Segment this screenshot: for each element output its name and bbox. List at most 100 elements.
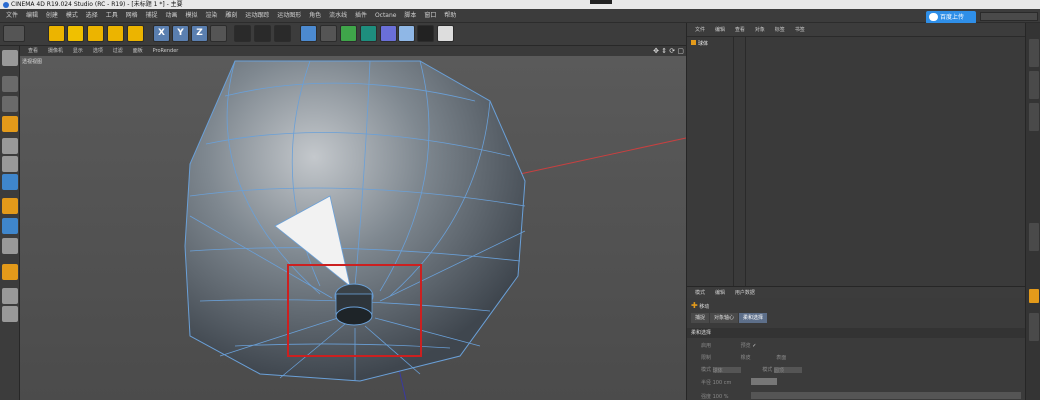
radius-field[interactable]: 100 cm <box>713 380 732 386</box>
scale-icon[interactable] <box>87 25 104 42</box>
model-mode-icon[interactable] <box>2 76 18 92</box>
tab-snap[interactable]: 捕捉 <box>691 313 710 323</box>
texture-mode-icon[interactable] <box>2 96 18 112</box>
layer-icon[interactable] <box>2 288 18 304</box>
object-row[interactable]: 球体 <box>691 40 708 47</box>
menu-item[interactable]: 雕刻 <box>225 9 237 23</box>
viewport-menu: 查看 摄像机 显示 选项 过滤 面板 ProRender ✥ ⇕ ⟳ ▢ <box>20 46 686 56</box>
mode-dropdown[interactable]: 圆顶 <box>773 366 802 374</box>
viewport-menu-item[interactable]: 过滤 <box>113 46 123 56</box>
undo-button[interactable] <box>3 25 25 42</box>
menu-item[interactable]: 渲染 <box>205 9 217 23</box>
viewport-menu-item[interactable]: 面板 <box>133 46 143 56</box>
viewport-menu-item[interactable]: 查看 <box>28 46 38 56</box>
menu-item[interactable]: 创建 <box>46 9 58 23</box>
camera-icon[interactable] <box>417 25 434 42</box>
menu-item[interactable]: 编辑 <box>26 9 38 23</box>
coordinate-system-icon[interactable] <box>210 25 227 42</box>
snap-icon[interactable] <box>2 238 18 254</box>
object-manager-menu-item[interactable]: 书签 <box>795 23 805 37</box>
menu-item[interactable]: 模拟 <box>185 9 197 23</box>
attribute-checkbox[interactable]: ✓ <box>752 343 756 349</box>
menu-item[interactable]: 运动图形 <box>277 9 301 23</box>
attribute-menu-item[interactable]: 编辑 <box>715 287 725 299</box>
attribute-row: 模式 球体 模式 圆顶 <box>701 366 802 374</box>
render-picture-viewer-icon[interactable] <box>254 25 271 42</box>
menu-item[interactable]: 动画 <box>166 9 178 23</box>
layout-selector[interactable] <box>980 12 1038 21</box>
menu-item[interactable]: 文件 <box>6 9 18 23</box>
cloner-icon[interactable] <box>360 25 377 42</box>
menu-item[interactable]: 脚本 <box>404 9 416 23</box>
menu-item[interactable]: 插件 <box>355 9 367 23</box>
tab-soft-selection[interactable]: 柔和选择 <box>739 313 768 323</box>
axis-mode-icon[interactable] <box>2 198 18 214</box>
side-tab-attributes[interactable] <box>1029 289 1039 303</box>
side-tab[interactable] <box>1029 39 1039 67</box>
axis-z-button[interactable]: Z <box>191 25 208 42</box>
axis-y-button[interactable]: Y <box>172 25 189 42</box>
light-icon[interactable] <box>437 25 454 42</box>
side-tab[interactable] <box>1029 71 1039 99</box>
recent-tool-icon[interactable] <box>127 25 144 42</box>
radius-slider[interactable] <box>751 378 777 385</box>
close-icon[interactable] <box>590 0 612 4</box>
attribute-menu-item[interactable]: 模式 <box>695 287 705 299</box>
object-manager-menu-item[interactable]: 文件 <box>695 23 705 37</box>
axis-x-button[interactable]: X <box>153 25 170 42</box>
viewport-menu-item[interactable]: 选项 <box>93 46 103 56</box>
mode-dropdown[interactable]: 球体 <box>712 366 741 374</box>
rotate-icon[interactable] <box>107 25 124 42</box>
viewport-menu-item[interactable]: 摄像机 <box>48 46 63 56</box>
menu-item[interactable]: 选择 <box>86 9 98 23</box>
side-tab[interactable] <box>1029 313 1039 341</box>
menu-item[interactable]: 网格 <box>126 9 138 23</box>
deformer-icon[interactable] <box>380 25 397 42</box>
tab-object-axis[interactable]: 对象轴心 <box>710 313 739 323</box>
render-settings-icon[interactable] <box>274 25 291 42</box>
tweak-icon[interactable] <box>2 218 18 234</box>
polygons-mode-icon[interactable] <box>2 174 18 190</box>
attribute-tabs: 捕捉 对象轴心 柔和选择 <box>691 313 768 323</box>
make-editable-icon[interactable] <box>2 50 18 66</box>
menu-item[interactable]: Octane <box>375 9 397 23</box>
object-list[interactable] <box>687 37 1025 287</box>
object-manager-menu-item[interactable]: 对象 <box>755 23 765 37</box>
object-manager-menu-item[interactable]: 标签 <box>775 23 785 37</box>
side-tab[interactable] <box>1029 103 1039 131</box>
viewport-navigation-icon[interactable]: ✥ ⇕ ⟳ ▢ <box>653 47 684 55</box>
viewport-menu-item[interactable]: ProRender <box>153 46 179 56</box>
menu-item[interactable]: 捕捉 <box>146 9 158 23</box>
menu-item[interactable]: 运动跟踪 <box>245 9 269 23</box>
render-view-icon[interactable] <box>234 25 251 42</box>
points-mode-icon[interactable] <box>2 138 18 154</box>
strength-field[interactable]: 100 % <box>713 394 729 400</box>
edges-mode-icon[interactable] <box>2 156 18 172</box>
floor-icon[interactable] <box>398 25 415 42</box>
attribute-menu-item[interactable]: 用户数据 <box>735 287 755 299</box>
subdivision-icon[interactable] <box>340 25 357 42</box>
menu-item[interactable]: 帮助 <box>444 9 456 23</box>
workplane-icon[interactable] <box>2 116 18 132</box>
menu-item[interactable]: 流水线 <box>329 9 347 23</box>
3d-viewport[interactable]: 透视视图 <box>20 56 686 400</box>
viewport-menu-item[interactable]: 显示 <box>73 46 83 56</box>
menu-item[interactable]: 窗口 <box>424 9 436 23</box>
lock-workplane-icon[interactable] <box>2 306 18 322</box>
attribute-label: 橡皮 <box>740 355 751 361</box>
live-selection-icon[interactable] <box>48 25 65 42</box>
move-icon[interactable] <box>67 25 84 42</box>
menu-item[interactable]: 角色 <box>309 9 321 23</box>
menu-item[interactable]: 工具 <box>106 9 118 23</box>
strength-slider[interactable] <box>751 392 1021 399</box>
attribute-label: 表面 <box>776 355 787 361</box>
object-manager-menu-item[interactable]: 查看 <box>735 23 745 37</box>
menu-bar: 文件 编辑 创建 模式 选择 工具 网格 捕捉 动画 模拟 渲染 雕刻 运动跟踪… <box>0 9 1040 23</box>
pen-icon[interactable] <box>320 25 337 42</box>
object-manager-menu-item[interactable]: 编辑 <box>715 23 725 37</box>
cube-icon[interactable] <box>300 25 317 42</box>
side-tab[interactable] <box>1029 223 1039 251</box>
attribute-manager-menu: 模式 编辑 用户数据 <box>687 286 1025 298</box>
magnet-icon[interactable] <box>2 264 18 280</box>
menu-item[interactable]: 模式 <box>66 9 78 23</box>
